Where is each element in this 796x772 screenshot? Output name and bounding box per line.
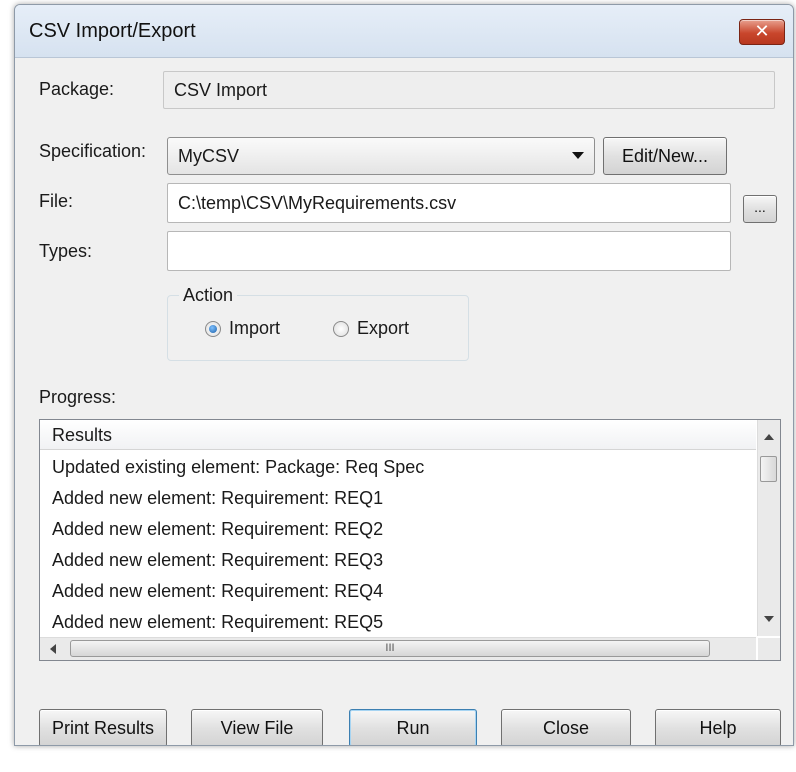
package-label: Package:: [39, 79, 115, 99]
csv-import-export-dialog: CSV Import/Export ✕ Package: CSV Import …: [14, 4, 794, 746]
scroll-down-icon[interactable]: [764, 616, 774, 622]
list-item[interactable]: Updated existing element: Package: Req S…: [40, 452, 756, 483]
dialog-title: CSV Import/Export: [29, 20, 196, 42]
close-button[interactable]: Close: [501, 709, 631, 745]
scroll-up-icon[interactable]: [764, 434, 774, 440]
horizontal-scroll-thumb[interactable]: III: [70, 640, 710, 657]
list-item[interactable]: Added new element: Requirement: REQ5: [40, 607, 756, 638]
results-rows: Updated existing element: Package: Req S…: [40, 452, 756, 638]
specification-dropdown[interactable]: MyCSV: [167, 137, 595, 175]
browse-file-button[interactable]: ...: [743, 195, 777, 223]
results-list[interactable]: Results Updated existing element: Packag…: [39, 419, 781, 661]
list-item[interactable]: Added new element: Requirement: REQ2: [40, 514, 756, 545]
import-label[interactable]: Import: [229, 318, 280, 339]
print-results-button[interactable]: Print Results: [39, 709, 167, 745]
specification-label: Specification:: [39, 141, 147, 161]
package-field: CSV Import: [163, 71, 775, 109]
scrollbar-corner: [758, 638, 780, 660]
vertical-scroll-thumb[interactable]: [760, 456, 777, 482]
edit-new-button[interactable]: Edit/New...: [603, 137, 727, 175]
horizontal-scrollbar[interactable]: III: [40, 637, 774, 660]
view-file-button[interactable]: View File: [191, 709, 323, 745]
chevron-down-icon: [572, 152, 584, 159]
close-window-button[interactable]: ✕: [739, 19, 785, 45]
title-bar[interactable]: CSV Import/Export ✕: [15, 5, 793, 58]
package-value: CSV Import: [174, 80, 268, 100]
scroll-left-icon[interactable]: [50, 644, 56, 654]
specification-value: MyCSV: [178, 146, 240, 166]
list-item[interactable]: Added new element: Requirement: REQ3: [40, 545, 756, 576]
help-button[interactable]: Help: [655, 709, 781, 745]
results-column-header[interactable]: Results: [40, 420, 756, 450]
import-radio[interactable]: [205, 321, 221, 337]
action-caption: Action: [179, 285, 238, 306]
vertical-scrollbar[interactable]: [757, 420, 780, 636]
file-path-input[interactable]: C:\temp\CSV\MyRequirements.csv: [167, 183, 731, 223]
file-label: File:: [39, 191, 74, 211]
progress-label: Progress:: [39, 387, 117, 407]
run-button[interactable]: Run: [349, 709, 477, 745]
file-path-value: C:\temp\CSV\MyRequirements.csv: [178, 193, 457, 213]
list-item[interactable]: Added new element: Requirement: REQ4: [40, 576, 756, 607]
close-icon: ✕: [754, 21, 770, 41]
types-label: Types:: [39, 241, 93, 261]
list-item[interactable]: Added new element: Requirement: REQ1: [40, 483, 756, 514]
export-label[interactable]: Export: [357, 318, 409, 339]
results-header-label: Results: [52, 425, 113, 445]
types-input[interactable]: [167, 231, 731, 271]
export-radio[interactable]: [333, 321, 349, 337]
